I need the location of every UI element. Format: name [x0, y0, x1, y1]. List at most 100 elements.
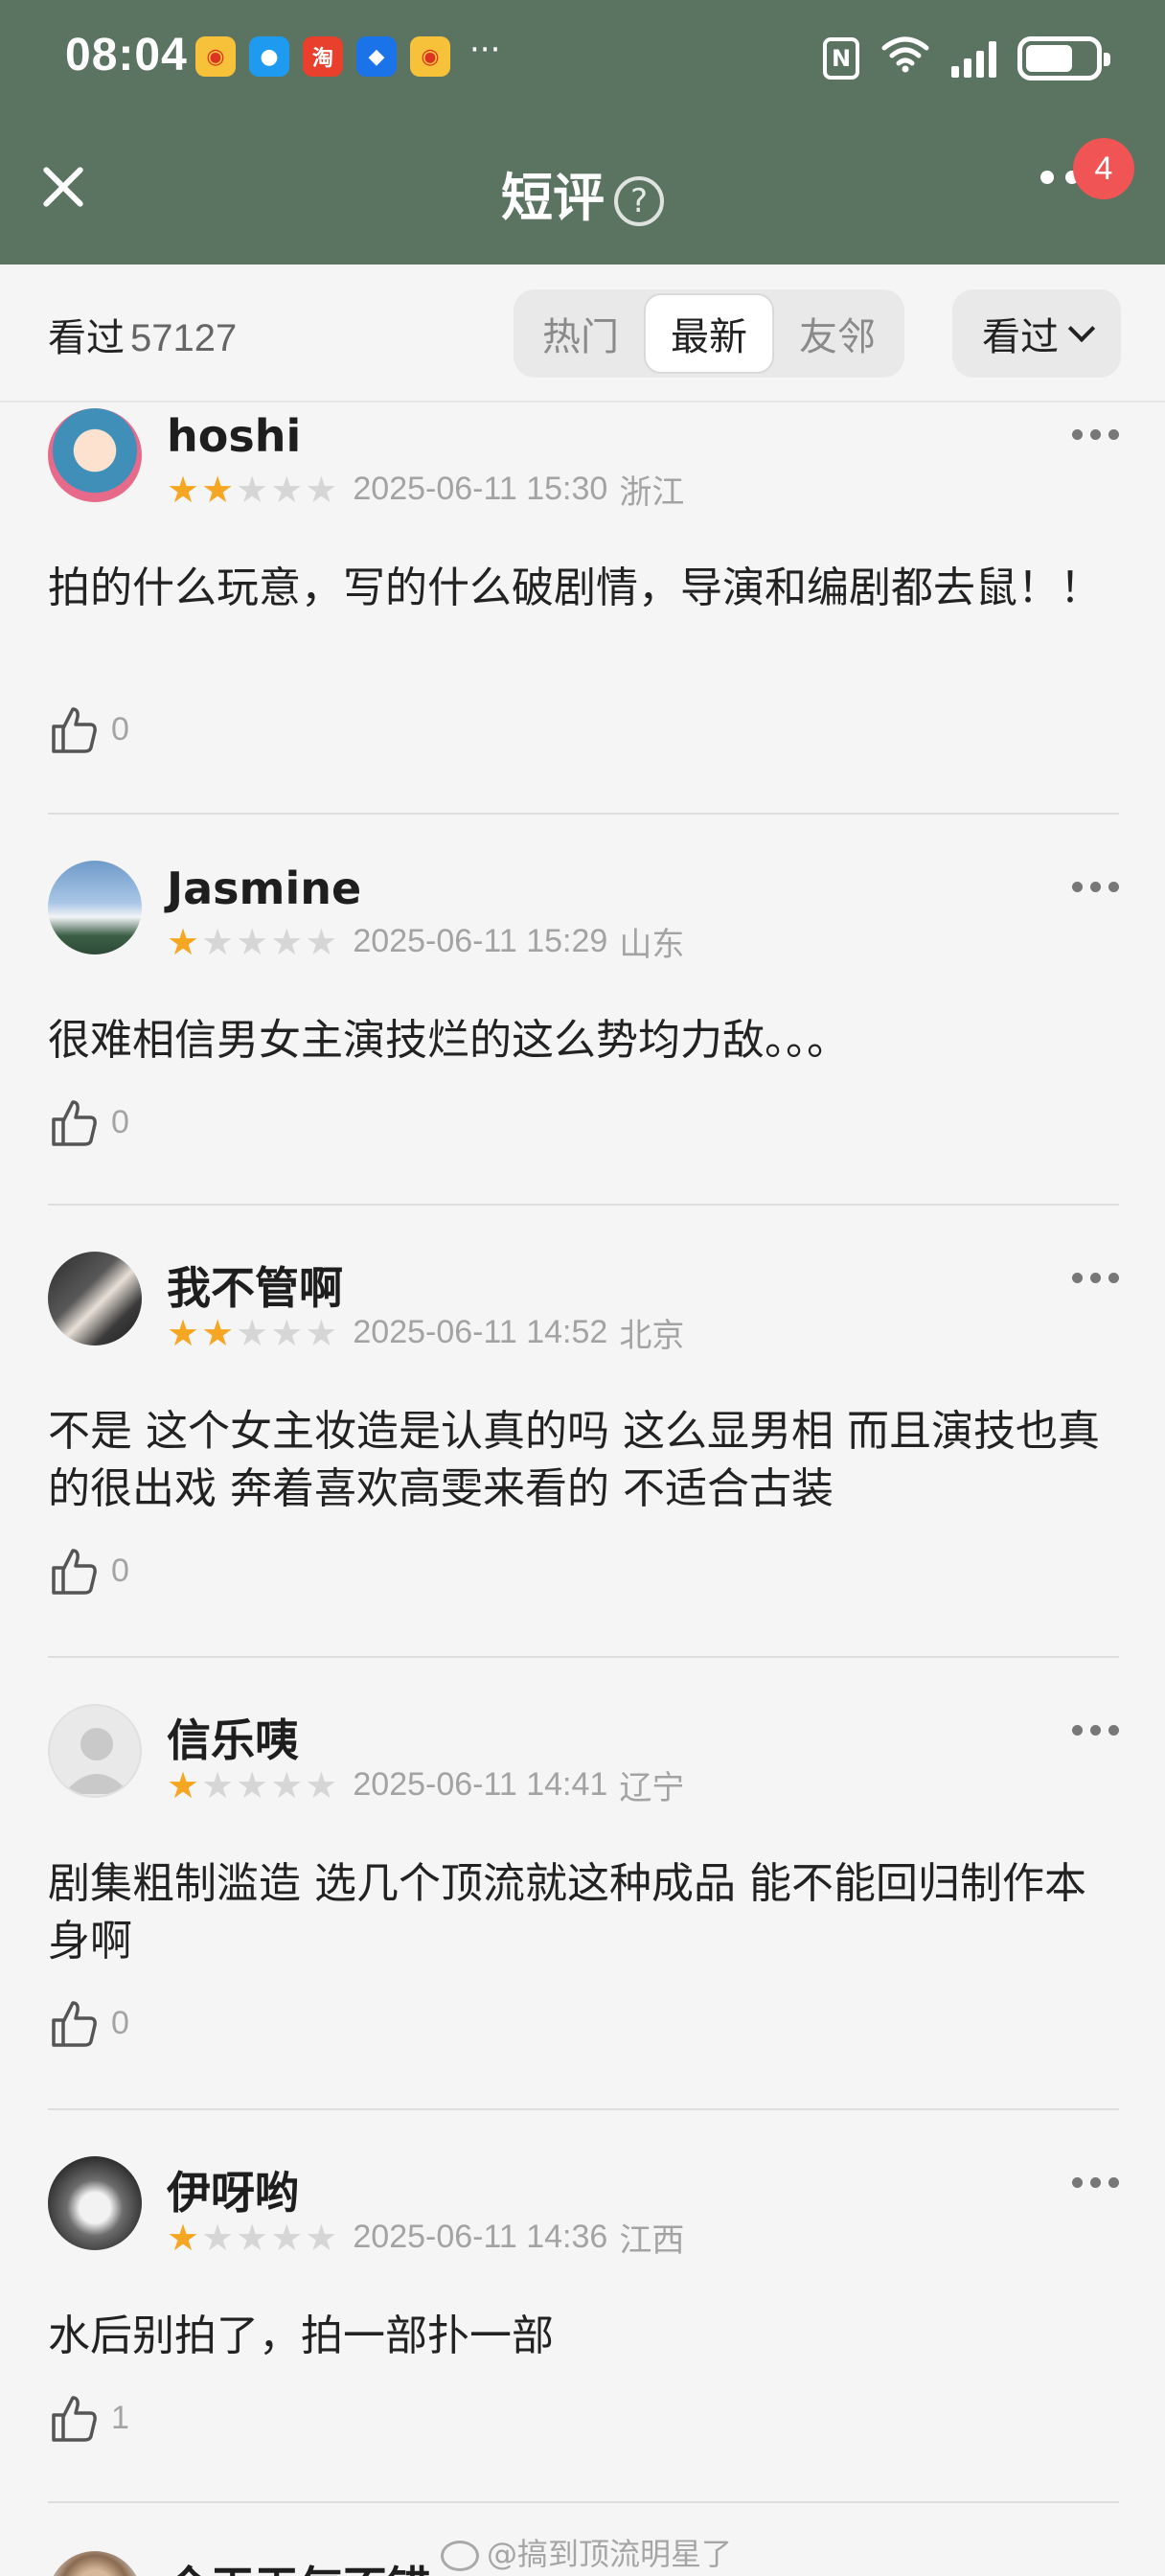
- star-icon: ★: [236, 2216, 269, 2259]
- like-count: 0: [111, 1552, 129, 1589]
- sort-tabs: 热门 最新 友邻: [514, 289, 904, 378]
- review-item: Jasmine ★ ★ ★ ★ ★ 2025-06-11 15:29 山东 很难相信男女…: [48, 861, 1119, 1186]
- avatar[interactable]: [48, 1252, 142, 1346]
- avatar[interactable]: [48, 861, 142, 954]
- signal-icon: [951, 39, 996, 78]
- star-icon: ★: [201, 1763, 235, 1806]
- review-meta: ★ ★ ★ ★ ★ 2025-06-11 14:52 北京: [167, 1309, 684, 1356]
- star-icon: ★: [305, 1763, 338, 1806]
- review-meta: ★ ★ ★ ★ ★ 2025-06-11 14:36 江西: [167, 2214, 684, 2261]
- star-icon: ★: [305, 2216, 338, 2259]
- star-icon: ★: [167, 468, 200, 511]
- wifi-icon: [880, 34, 930, 82]
- star-icon: ★: [270, 468, 304, 511]
- review-location: 北京: [619, 1317, 685, 1355]
- thumbs-up-icon: [52, 1549, 97, 1595]
- divider: [48, 2501, 1119, 2503]
- review-more-button[interactable]: [1072, 2177, 1119, 2188]
- nfc-icon: N: [823, 37, 859, 80]
- review-item: 信乐咦 ★ ★ ★ ★ ★ 2025-06-11 14:41 辽宁 剧集粗制滥造 选几个…: [48, 1704, 1119, 2097]
- review-date: 2025-06-11 14:52: [353, 1314, 608, 1350]
- battery-icon: [1017, 36, 1110, 80]
- avatar[interactable]: [48, 2551, 142, 2576]
- star-icon: ★: [270, 920, 304, 963]
- seen-count: 看过 57127: [48, 307, 237, 362]
- reviewer-name[interactable]: 我不管啊: [167, 1254, 343, 1317]
- star-icon: ★: [305, 468, 338, 511]
- star-icon: ★: [305, 920, 338, 963]
- message-icon: ●: [249, 36, 289, 77]
- star-icon: ★: [270, 1763, 304, 1806]
- star-icon: ★: [305, 1311, 338, 1354]
- review-more-button[interactable]: [1072, 1273, 1119, 1283]
- like-button[interactable]: 0: [48, 703, 129, 755]
- review-location: 山东: [619, 926, 685, 964]
- like-count: 0: [111, 710, 129, 748]
- review-meta: ★ ★ ★ ★ ★ 2025-06-11 15:30 浙江: [167, 466, 684, 513]
- review-date: 2025-06-11 15:29: [353, 923, 608, 959]
- review-more-button[interactable]: [1072, 429, 1119, 440]
- thumbs-up-icon: [52, 2396, 97, 2442]
- review-date: 2025-06-11 14:36: [353, 2219, 608, 2255]
- help-icon[interactable]: ?: [614, 176, 664, 227]
- divider: [48, 2108, 1119, 2110]
- divider: [48, 1204, 1119, 1206]
- reviewer-name[interactable]: hoshi: [167, 410, 301, 462]
- rating-stars: ★ ★ ★ ★ ★: [167, 924, 337, 960]
- reviewer-name[interactable]: 今天天气不错: [167, 2553, 431, 2576]
- star-icon: ★: [201, 920, 235, 963]
- review-date: 2025-06-11 14:41: [353, 1766, 608, 1803]
- nav-bar: 短评? 4: [0, 125, 1165, 259]
- star-icon: ★: [270, 1311, 304, 1354]
- star-icon: ★: [167, 920, 200, 963]
- rating-stars: ★ ★ ★ ★ ★: [167, 1767, 337, 1804]
- star-icon: ★: [201, 468, 235, 511]
- review-date: 2025-06-11 15:30: [353, 471, 608, 507]
- weibo-icon: ◉: [195, 36, 236, 77]
- reviewer-name[interactable]: 伊呀哟: [167, 2158, 299, 2221]
- like-button[interactable]: 0: [48, 1096, 129, 1148]
- tab-friends[interactable]: 友邻: [774, 293, 901, 374]
- seen-filter-label: 看过: [982, 315, 1059, 359]
- page-title: 短评?: [0, 155, 1165, 231]
- avatar[interactable]: [48, 408, 142, 502]
- review-text: 不是 这个女主妆造是认真的吗 这么显男相 而且演技也真的很出戏 奔着喜欢高雯来看…: [48, 1407, 1100, 1513]
- watermark: @搞到顶流明星了: [441, 2530, 732, 2574]
- like-button[interactable]: 1: [48, 2392, 129, 2444]
- seen-filter-dropdown[interactable]: 看过: [952, 289, 1121, 378]
- review-meta: ★ ★ ★ ★ ★ 2025-06-11 15:29 山东: [167, 918, 684, 965]
- review-item: 我不管啊 ★ ★ ★ ★ ★ 2025-06-11 14:52 北京 不是 这个女主妆造…: [48, 1252, 1119, 1644]
- rating-stars: ★ ★ ★ ★ ★: [167, 2220, 337, 2256]
- tab-latest[interactable]: 最新: [644, 293, 774, 374]
- review-meta: ★ ★ ★ ★ ★ 2025-06-11 14:41 辽宁: [167, 1761, 684, 1808]
- seen-number: 57127: [130, 317, 238, 359]
- review-item: 伊呀哟 ★ ★ ★ ★ ★ 2025-06-11 14:36 江西 水后别拍了，拍一部扑…: [48, 2156, 1119, 2482]
- avatar[interactable]: [48, 2156, 142, 2250]
- status-app-icons: ◉ ● 淘 ◆ ◉ ···: [195, 31, 500, 77]
- like-button[interactable]: 0: [48, 1997, 129, 2049]
- top-header: 08:04 ◉ ● 淘 ◆ ◉ ··· N 短评 ? 4: [0, 0, 1165, 264]
- tab-hot[interactable]: 热门: [517, 293, 644, 374]
- thumbs-up-icon: [52, 2001, 97, 2047]
- divider: [48, 813, 1119, 815]
- thumbs-up-icon: [52, 1100, 97, 1146]
- divider: [48, 1656, 1119, 1658]
- like-count: 0: [111, 2004, 129, 2041]
- review-location: 江西: [619, 2221, 685, 2260]
- reviewer-name[interactable]: Jasmine: [167, 862, 361, 914]
- review-more-button[interactable]: [1072, 1725, 1119, 1736]
- star-icon: ★: [167, 2216, 200, 2259]
- star-icon: ★: [270, 2216, 304, 2259]
- avatar[interactable]: [48, 1704, 142, 1798]
- reviewer-name[interactable]: 信乐咦: [167, 1706, 299, 1769]
- filter-bar: 看过 57127 热门 最新 友邻 看过: [0, 264, 1165, 402]
- rating-stars: ★ ★ ★ ★ ★: [167, 1315, 337, 1351]
- status-more: ···: [469, 31, 501, 69]
- review-location: 浙江: [619, 473, 685, 512]
- review-more-button[interactable]: [1072, 882, 1119, 892]
- status-right: N: [823, 34, 1110, 82]
- like-button[interactable]: 0: [48, 1545, 129, 1597]
- review-text: 水后别拍了，拍一部扑一部: [48, 2312, 554, 2360]
- star-icon: ★: [167, 1763, 200, 1806]
- star-icon: ★: [236, 1311, 269, 1354]
